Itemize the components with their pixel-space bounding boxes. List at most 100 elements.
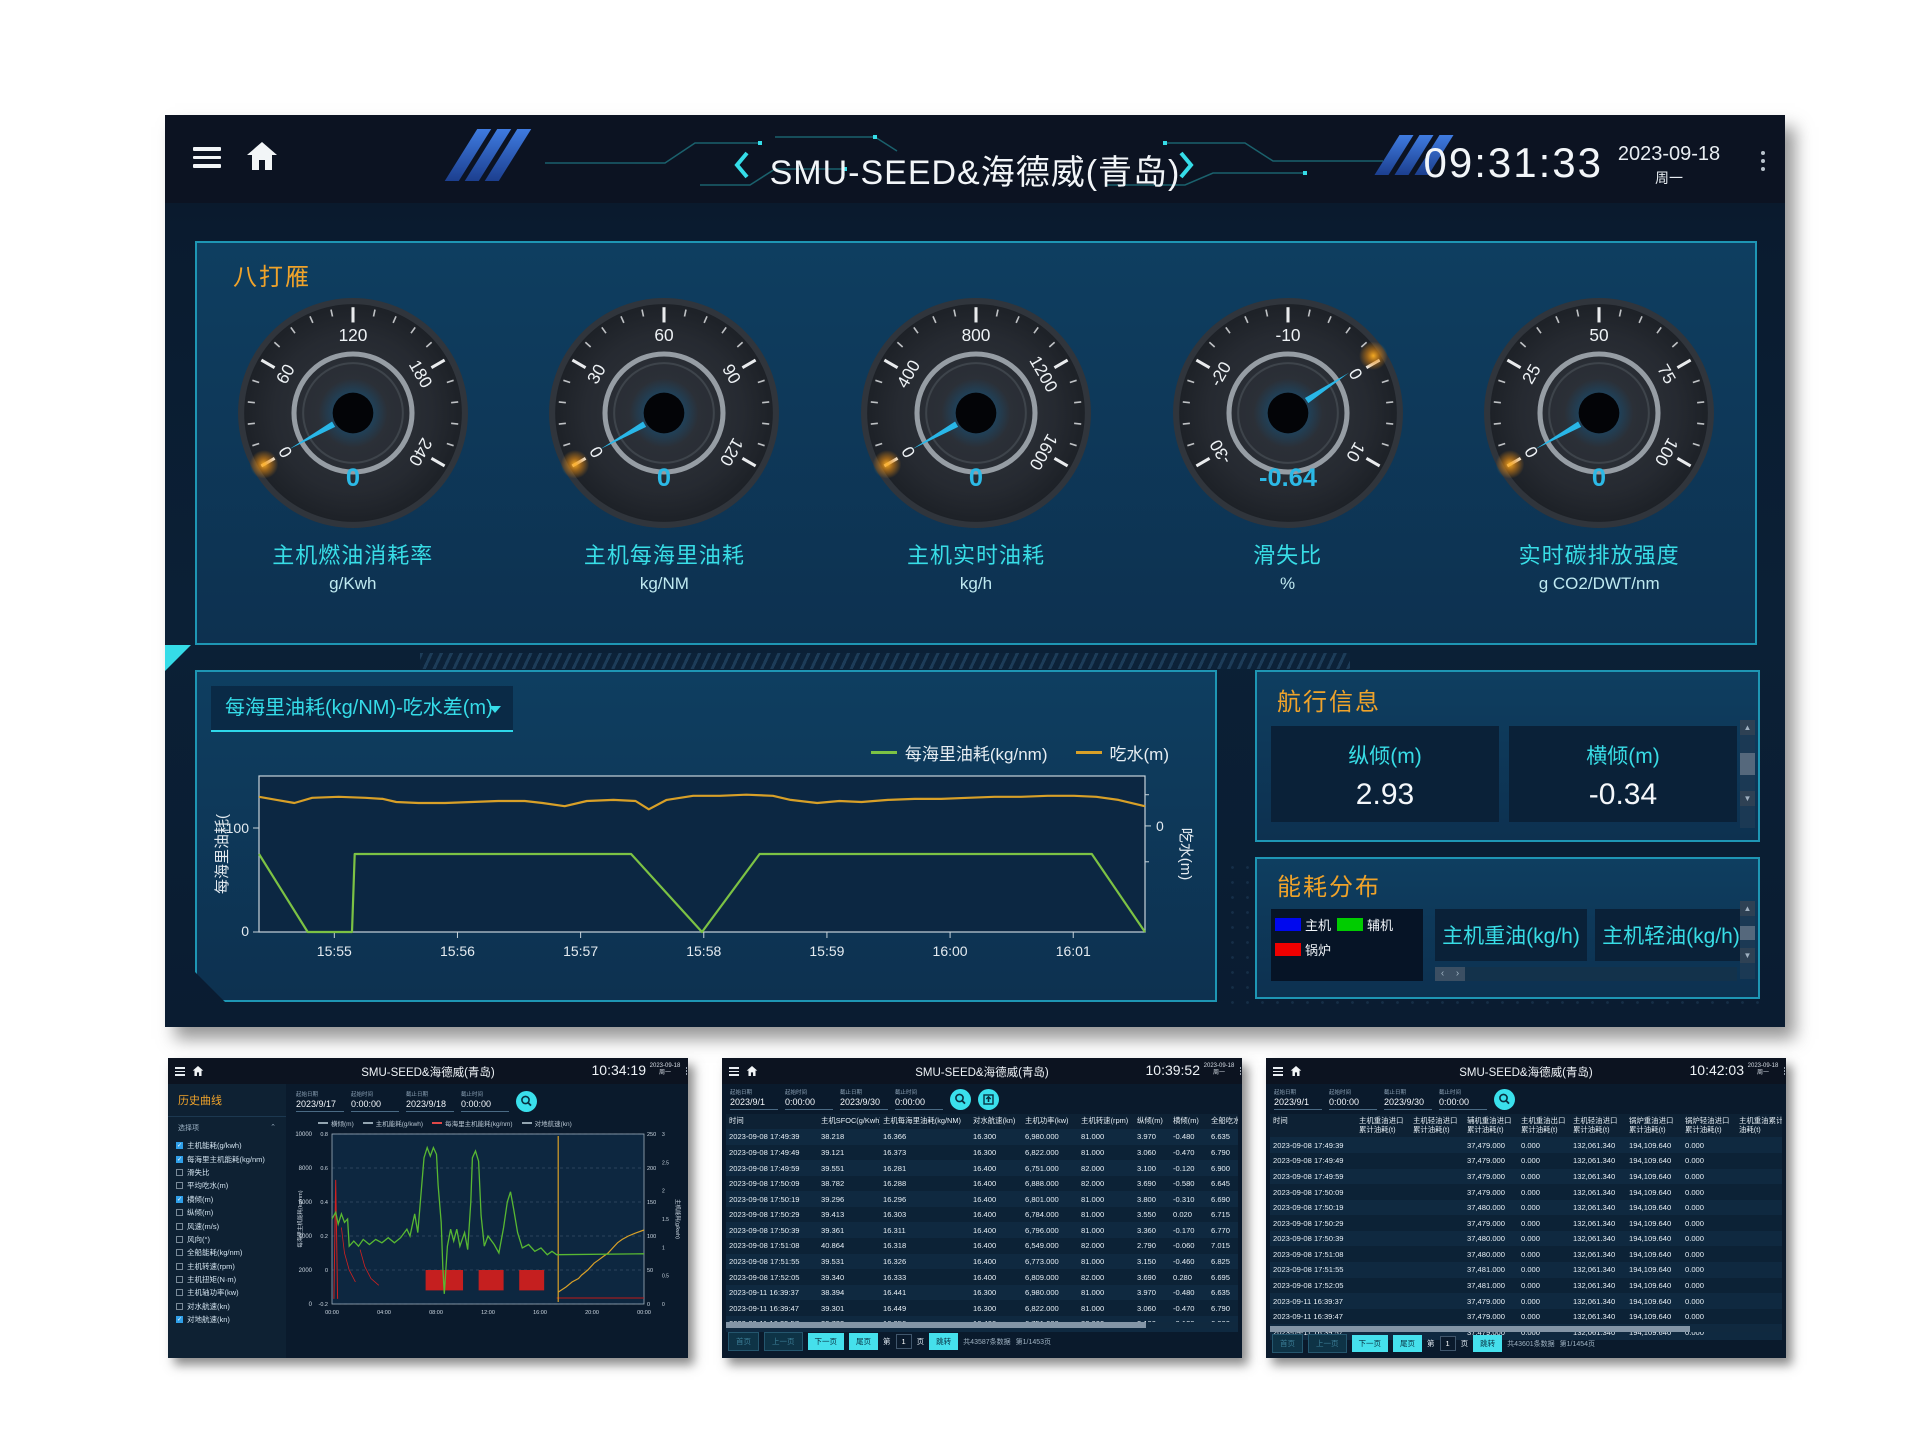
legend-item[interactable]: 吃水(m) <box>1076 740 1169 765</box>
series-dropdown[interactable]: 每海里油耗(kg/NM)-吃水差(m) <box>211 686 513 732</box>
checkbox-item[interactable]: 滑失比 <box>168 1166 286 1179</box>
select-label[interactable]: 选择项⌃ <box>168 1117 286 1139</box>
table-row[interactable]: 2023-09-11 16:39:4739.30116.44916.3006,8… <box>726 1300 1238 1316</box>
table-row[interactable]: 2023-09-08 17:51:0837,480.0000.000132,06… <box>1270 1246 1782 1262</box>
horizontal-scrollbar[interactable] <box>726 1322 1238 1328</box>
date-control[interactable]: 起始日期2023/9/17 <box>296 1090 344 1112</box>
date-control[interactable]: 起始时间0:00:00 <box>785 1088 833 1110</box>
checkbox[interactable] <box>176 1263 183 1270</box>
horizontal-scrollbar[interactable]: ‹ › <box>1435 967 1737 981</box>
page-button[interactable]: 首页 <box>1272 1334 1303 1353</box>
checkbox[interactable] <box>176 1303 183 1310</box>
checkbox-item[interactable]: 风向(°) <box>168 1233 286 1246</box>
export-button[interactable] <box>978 1089 999 1110</box>
checkbox[interactable] <box>176 1223 183 1230</box>
scroll-thumb[interactable] <box>1740 753 1755 775</box>
checkbox[interactable]: ✓ <box>176 1142 183 1149</box>
checkbox-item[interactable]: ✓横倾(m) <box>168 1193 286 1206</box>
page-button[interactable]: 尾页 <box>849 1333 878 1350</box>
table-row[interactable]: 2023-09-08 17:52:0539.34016.33316.4006,8… <box>726 1269 1238 1285</box>
search-button[interactable] <box>516 1091 537 1112</box>
date-control[interactable]: 起始日期2023/9/1 <box>730 1088 778 1110</box>
table-row[interactable]: 2023-09-08 17:51:5539.53116.32616.4006,7… <box>726 1254 1238 1270</box>
checkbox-item[interactable]: 风速(m/s) <box>168 1219 286 1232</box>
page-number-input[interactable]: 1 <box>896 1334 912 1349</box>
date-control[interactable]: 截止时间0:00:00 <box>461 1090 509 1112</box>
history-curve-window[interactable]: SMU-SEED&海德威(青岛) 10:34:19 2023-09-18周一 历… <box>168 1058 688 1358</box>
kebab-menu-icon[interactable] <box>686 1067 688 1076</box>
table-row[interactable]: 2023-09-08 17:49:5937,479.0000.000132,06… <box>1270 1169 1782 1185</box>
table-row[interactable]: 2023-09-08 17:50:0938.78216.28816.4006,8… <box>726 1176 1238 1192</box>
table-row[interactable]: 2023-09-08 17:52:0537,481.0000.000132,06… <box>1270 1278 1782 1294</box>
kebab-menu-icon[interactable] <box>1784 1067 1786 1076</box>
table-row[interactable]: 2023-09-08 17:50:3937,480.0000.000132,06… <box>1270 1231 1782 1247</box>
page-button[interactable]: 上一页 <box>1308 1334 1347 1353</box>
table-row[interactable]: 2023-09-11 16:39:3737,479.0000.000132,06… <box>1270 1293 1782 1309</box>
checkbox[interactable] <box>176 1276 183 1283</box>
table-row[interactable]: 2023-09-08 17:49:3937,479.0000.000132,06… <box>1270 1137 1782 1153</box>
data-table-window-1[interactable]: SMU-SEED&海德威(青岛) 10:39:52 2023-09-18周一 起… <box>722 1058 1242 1358</box>
search-button[interactable] <box>1494 1089 1515 1110</box>
checkbox-item[interactable]: 对水航速(kn) <box>168 1300 286 1313</box>
table-row[interactable]: 2023-09-08 17:51:0840.86416.31816.4006,5… <box>726 1238 1238 1254</box>
page-button[interactable]: 下一页 <box>808 1333 845 1350</box>
legend-item[interactable]: 横倾(m) <box>318 1118 354 1128</box>
checkbox-item[interactable]: 主机转速(rpm) <box>168 1260 286 1273</box>
checkbox[interactable] <box>176 1289 183 1296</box>
checkbox[interactable]: ✓ <box>176 1316 183 1323</box>
table-row[interactable]: 2023-09-08 17:50:2939.41316.30316.4006,7… <box>726 1207 1238 1223</box>
checkbox-item[interactable]: 平均吃水(m) <box>168 1179 286 1192</box>
checkbox-item[interactable]: ✓对地航速(kn) <box>168 1313 286 1326</box>
jump-button[interactable]: 跳转 <box>929 1333 958 1350</box>
checkbox[interactable] <box>176 1249 183 1256</box>
date-control[interactable]: 截止日期2023/9/30 <box>840 1088 888 1110</box>
page-button[interactable]: 上一页 <box>764 1332 803 1351</box>
scroll-right-icon[interactable]: › <box>1450 967 1465 981</box>
scroll-up-icon[interactable]: ▲ <box>1740 720 1755 735</box>
energy-tab-1[interactable]: 主机重油(kg/h) <box>1435 909 1587 961</box>
table-row[interactable]: 2023-09-08 17:51:5537,481.0000.000132,06… <box>1270 1262 1782 1278</box>
legend-item[interactable]: 主机能耗(g/kwh) <box>363 1118 423 1128</box>
table-row[interactable]: 2023-09-08 17:50:0937,479.0000.000132,06… <box>1270 1184 1782 1200</box>
horizontal-scrollbar[interactable] <box>1270 1326 1782 1332</box>
date-control[interactable]: 起始日期2023/9/1 <box>1274 1088 1322 1110</box>
table-row[interactable]: 2023-09-08 17:50:1937,480.0000.000132,06… <box>1270 1200 1782 1216</box>
page-button[interactable]: 首页 <box>728 1332 759 1351</box>
table-row[interactable]: 2023-09-08 17:50:1939.29616.29616.4006,8… <box>726 1191 1238 1207</box>
jump-button[interactable]: 跳转 <box>1473 1335 1502 1352</box>
table-row[interactable]: 2023-09-11 16:39:3738.39416.44116.3006,9… <box>726 1285 1238 1301</box>
vertical-scrollbar[interactable]: ▲ ▼ <box>1740 720 1755 828</box>
checkbox[interactable]: ✓ <box>176 1156 183 1163</box>
date-control[interactable]: 截止时间0:00:00 <box>895 1088 943 1110</box>
scroll-left-icon[interactable]: ‹ <box>1435 967 1450 981</box>
checkbox[interactable] <box>176 1209 183 1216</box>
page-button[interactable]: 尾页 <box>1393 1335 1422 1352</box>
legend-item[interactable]: 每海里油耗(kg/nm) <box>871 740 1048 765</box>
table-row[interactable]: 2023-09-08 17:49:4937,479.0000.000132,06… <box>1270 1153 1782 1169</box>
date-control[interactable]: 起始时间0:00:00 <box>1329 1088 1377 1110</box>
scroll-thumb[interactable] <box>1740 926 1755 940</box>
checkbox[interactable]: ✓ <box>176 1196 183 1203</box>
checkbox-item[interactable]: ✓主机能耗(g/kwh) <box>168 1139 286 1152</box>
checkbox-item[interactable]: 主机扭矩(N·m) <box>168 1273 286 1286</box>
table-row[interactable]: 2023-09-11 16:39:4737,479.0000.000132,06… <box>1270 1309 1782 1325</box>
table-row[interactable]: 2023-09-08 17:50:2937,479.0000.000132,06… <box>1270 1215 1782 1231</box>
search-button[interactable] <box>950 1089 971 1110</box>
checkbox-item[interactable]: 主机轴功率(kw) <box>168 1286 286 1299</box>
checkbox[interactable] <box>176 1236 183 1243</box>
scroll-down-icon[interactable]: ▼ <box>1740 948 1755 963</box>
kebab-menu-icon[interactable] <box>1761 151 1765 175</box>
table-row[interactable]: 2023-09-08 17:49:3938.21816.36616.3006,9… <box>726 1129 1238 1145</box>
vertical-scrollbar[interactable]: ▲ ▼ <box>1740 901 1755 979</box>
scroll-up-icon[interactable]: ▲ <box>1740 901 1755 916</box>
checkbox-item[interactable]: ✓每海里主机能耗(kg/nm) <box>168 1152 286 1165</box>
date-control[interactable]: 截止日期2023/9/30 <box>1384 1088 1432 1110</box>
energy-tab-2[interactable]: 主机轻油(kg/h) <box>1595 909 1747 961</box>
date-control[interactable]: 截止日期2023/9/18 <box>406 1090 454 1112</box>
checkbox[interactable] <box>176 1169 183 1176</box>
date-control[interactable]: 截止时间0:00:00 <box>1439 1088 1487 1110</box>
table-row[interactable]: 2023-09-08 17:49:5939.55116.28116.4006,7… <box>726 1160 1238 1176</box>
legend-item[interactable]: 对地航速(kn) <box>522 1118 572 1128</box>
checkbox[interactable] <box>176 1182 183 1189</box>
date-control[interactable]: 起始时间0:00:00 <box>351 1090 399 1112</box>
